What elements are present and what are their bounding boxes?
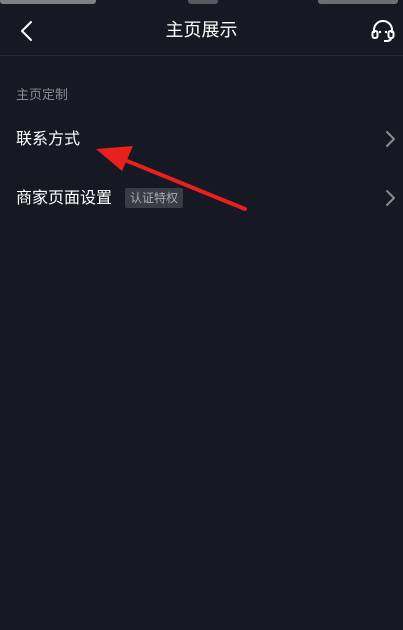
merchant-page-settings-label: 商家页面设置 xyxy=(16,188,113,207)
status-bar-clock xyxy=(188,0,218,4)
customer-service-button[interactable] xyxy=(365,11,401,51)
contact-info-row[interactable]: 联系方式 xyxy=(0,114,403,164)
certified-privilege-badge: 认证特权 xyxy=(125,188,184,208)
section-header: 主页定制 xyxy=(16,88,69,103)
chevron-right-icon xyxy=(386,131,395,147)
app-screen: 主页展示 主页定制 联系方式 商家页面设置 认证特权 xyxy=(0,0,403,630)
chevron-right-icon xyxy=(386,190,395,206)
navigation-bar: 主页展示 xyxy=(0,6,403,56)
contact-info-label: 联系方式 xyxy=(16,129,81,148)
page-title: 主页展示 xyxy=(165,20,238,41)
status-bar-battery xyxy=(318,0,398,4)
headset-icon xyxy=(371,20,395,42)
merchant-page-settings-row[interactable]: 商家页面设置 认证特权 xyxy=(0,173,403,223)
status-bar-carrier xyxy=(0,0,96,4)
